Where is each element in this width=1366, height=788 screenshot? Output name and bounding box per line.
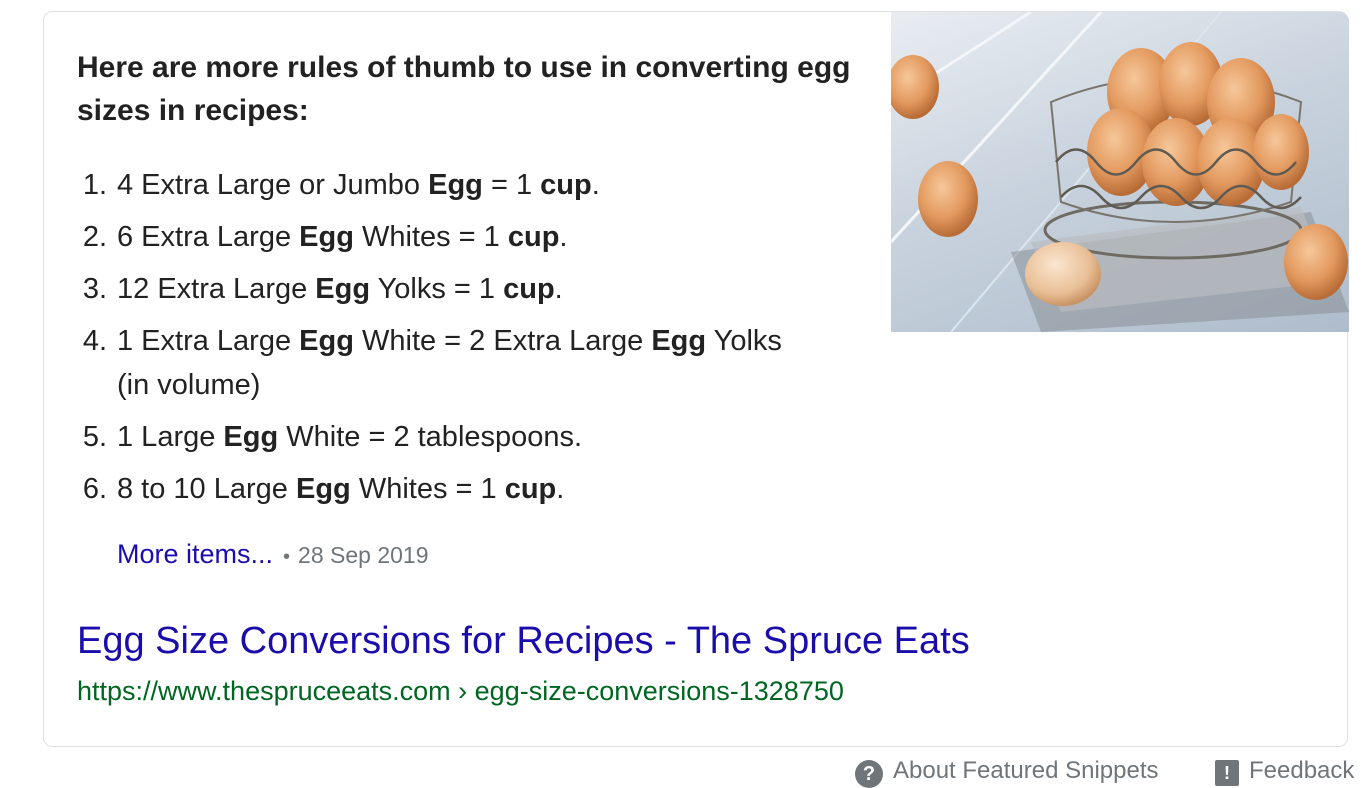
bold-keyword: Egg <box>299 221 354 253</box>
snippet-meta: More items... • 28 Sep 2019 <box>117 537 429 574</box>
bold-keyword: cup <box>503 273 555 305</box>
list-item-text: . <box>554 273 563 305</box>
list-item-number: 6. <box>82 473 107 505</box>
feedback-link[interactable]: ! Feedback <box>1215 754 1354 786</box>
snippet-date: 28 Sep 2019 <box>298 542 429 568</box>
bold-keyword: Egg <box>299 325 354 357</box>
bold-keyword: cup <box>504 473 557 505</box>
list-item-text: 12 Extra Large <box>117 273 316 305</box>
list-item-text: 4 Extra Large or Jumbo <box>117 169 429 201</box>
list-item-text: Whites = 1 <box>353 221 508 253</box>
list-item: 6. 8 to 10 Large Egg Whites = 1 cup. <box>44 467 804 511</box>
more-items-link[interactable]: More items... <box>117 539 273 569</box>
bold-keyword: Egg <box>295 473 351 505</box>
list-item-number: 1. <box>82 169 107 201</box>
list-item: 2. 6 Extra Large Egg Whites = 1 cup. <box>44 215 804 259</box>
list-item-number: 4. <box>82 325 107 357</box>
about-featured-snippets[interactable]: ? About Featured Snippets <box>855 754 1159 788</box>
snippet-heading: Here are more rules of thumb to use in c… <box>77 51 851 127</box>
list-item-number: 5. <box>82 421 107 453</box>
list-item-text: 6 Extra Large <box>117 221 300 253</box>
list-item-number: 2. <box>82 221 107 253</box>
about-featured-snippets-label: About Featured Snippets <box>893 757 1159 784</box>
feedback-icon: ! <box>1215 760 1239 786</box>
list-item-text: 1 Extra Large <box>117 325 300 357</box>
list-item: 3. 12 Extra Large Egg Yolks = 1 cup. <box>44 267 804 311</box>
bold-keyword: cup <box>540 169 592 201</box>
result-title-link[interactable]: Egg Size Conversions for Recipes - The S… <box>77 615 970 667</box>
feedback-label: Feedback <box>1249 757 1355 784</box>
list-item-text: 8 to 10 Large <box>117 473 296 505</box>
list-item: 1. 4 Extra Large or Jumbo Egg = 1 cup. <box>44 163 804 207</box>
egg-basket-illustration <box>891 12 1349 332</box>
bold-keyword: Egg <box>315 273 371 305</box>
question-icon: ? <box>855 760 883 788</box>
list-item-text: . <box>559 221 568 253</box>
list-item: 4. 1 Extra Large Egg White = 2 Extra Larg… <box>44 319 804 407</box>
list-item: 5. 1 Large Egg White = 2 tablespoons. <box>44 415 804 459</box>
list-item-text: 1 Large <box>117 421 224 453</box>
list-item-text: . <box>591 169 600 201</box>
egg-basket-image[interactable] <box>891 12 1349 332</box>
list-item-text: White = 2 tablespoons. <box>278 421 583 453</box>
list-item-number: 3. <box>82 273 107 305</box>
bold-keyword: Egg <box>223 421 279 453</box>
list-item-text: Whites = 1 <box>350 473 505 505</box>
featured-snippet-card: Here are more rules of thumb to use in c… <box>43 11 1349 747</box>
result-url: https://www.thespruceeats.com › egg-size… <box>77 676 844 706</box>
meta-separator: • <box>283 546 291 568</box>
bold-keyword: Egg <box>651 325 707 357</box>
list-item-text: Yolks = 1 <box>370 273 504 305</box>
steps-list: 1. 4 Extra Large or Jumbo Egg = 1 cup. 2. 6… <box>44 163 804 519</box>
list-item-text: = 1 <box>482 169 541 201</box>
snippet-footer: ? About Featured Snippets ! Feedback <box>0 754 1366 788</box>
list-item-text: White = 2 Extra Large <box>353 325 652 357</box>
list-item-text: . <box>556 473 565 505</box>
bold-keyword: Egg <box>428 169 483 201</box>
bold-keyword: cup <box>507 221 560 253</box>
